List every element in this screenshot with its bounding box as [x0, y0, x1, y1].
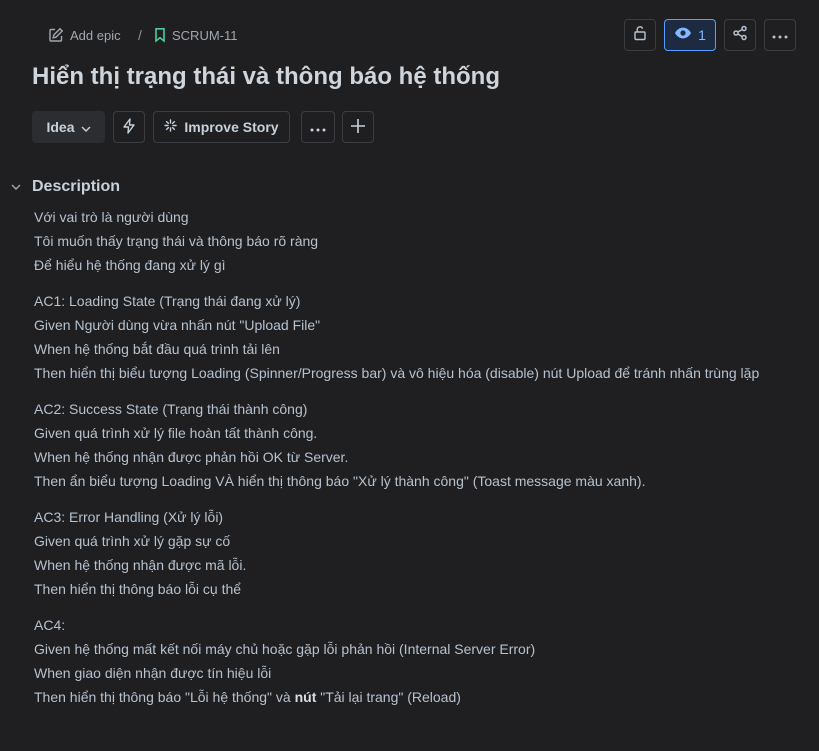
description-body[interactable]: Với vai trò là người dùng Tôi muốn thấy … [34, 205, 794, 721]
description-bold-text: nút [294, 689, 317, 705]
edit-icon [48, 27, 64, 43]
more-icon [772, 26, 788, 44]
unlock-icon [632, 25, 648, 46]
description-line: Then hiển thị biểu tượng Loading (Spinne… [34, 365, 760, 381]
breadcrumb-separator: / [138, 27, 142, 43]
watch-count: 1 [698, 27, 706, 43]
restrictions-button[interactable] [624, 19, 656, 51]
share-icon [732, 25, 748, 46]
chevron-down-icon [8, 184, 24, 190]
description-line: Given quá trình xử lý file hoàn tất thàn… [34, 425, 318, 441]
description-line: AC2: Success State (Trạng thái thành côn… [34, 401, 308, 417]
description-paragraph: AC4: Given hệ thống mất kết nối máy chủ … [34, 613, 794, 709]
description-line: When hệ thống nhận được phản hồi OK từ S… [34, 449, 349, 465]
chevron-down-icon [81, 119, 91, 135]
description-line: Given hệ thống mất kết nối máy chủ hoặc … [34, 641, 536, 657]
eye-icon [674, 26, 692, 45]
description-line: Given quá trình xử lý gặp sự cố [34, 533, 231, 549]
lightning-icon [122, 117, 136, 137]
toolbar-more-button[interactable] [301, 111, 335, 143]
description-line: Tôi muốn thấy trạng thái và thông báo rõ… [34, 233, 319, 249]
sparkle-icon [164, 119, 178, 135]
description-line: When giao diện nhận được tín hiệu lỗi [34, 665, 272, 681]
description-line: When hệ thống bắt đầu quá trình tải lên [34, 341, 280, 357]
share-button[interactable] [724, 19, 756, 51]
description-line: Given Người dùng vừa nhấn nút "Upload Fi… [34, 317, 321, 333]
add-button[interactable] [342, 111, 374, 143]
more-actions-button[interactable] [764, 19, 796, 51]
automation-button[interactable] [113, 111, 145, 143]
description-line: Để hiểu hệ thống đang xử lý gì [34, 257, 226, 273]
story-icon [154, 27, 166, 43]
plus-icon [350, 118, 366, 137]
description-line: Then hiển thị thông báo "Lỗi hệ thống" v… [34, 685, 794, 709]
more-icon [310, 119, 326, 135]
watch-button[interactable]: 1 [664, 19, 716, 51]
add-epic-label: Add epic [70, 27, 121, 43]
description-line: AC1: Loading State (Trạng thái đang xử l… [34, 293, 301, 309]
add-epic-link[interactable]: Add epic [48, 26, 121, 44]
description-section-toggle[interactable]: Description [8, 176, 120, 198]
description-text: Then hiển thị thông báo "Lỗi hệ thống" v… [34, 689, 295, 705]
description-line: Then ẩn biểu tượng Loading VÀ hiển thị t… [34, 473, 646, 489]
issue-key-label: SCRUM-11 [172, 27, 238, 43]
status-label: Idea [46, 119, 75, 135]
issue-title[interactable]: Hiển thị trạng thái và thông báo hệ thốn… [32, 60, 500, 94]
description-line: Với vai trò là người dùng [34, 209, 189, 225]
status-dropdown[interactable]: Idea [32, 111, 105, 143]
description-line: When hệ thống nhận được mã lỗi. [34, 557, 247, 573]
issue-key-link[interactable]: SCRUM-11 [154, 26, 238, 44]
description-heading: Description [32, 178, 121, 195]
improve-story-button[interactable]: Improve Story [153, 111, 290, 143]
improve-story-label: Improve Story [184, 119, 279, 135]
description-line: AC3: Error Handling (Xử lý lỗi) [34, 509, 224, 525]
description-line: AC4: [34, 617, 66, 633]
description-line: Then hiển thị thông báo lỗi cụ thể [34, 581, 242, 597]
description-paragraph: AC3: Error Handling (Xử lý lỗi) Given qu… [34, 505, 794, 601]
description-paragraph: AC2: Success State (Trạng thái thành côn… [34, 397, 794, 493]
description-text: "Tải lại trang" (Reload) [316, 689, 461, 705]
description-paragraph: AC1: Loading State (Trạng thái đang xử l… [34, 289, 794, 385]
description-paragraph: Với vai trò là người dùng Tôi muốn thấy … [34, 205, 794, 277]
